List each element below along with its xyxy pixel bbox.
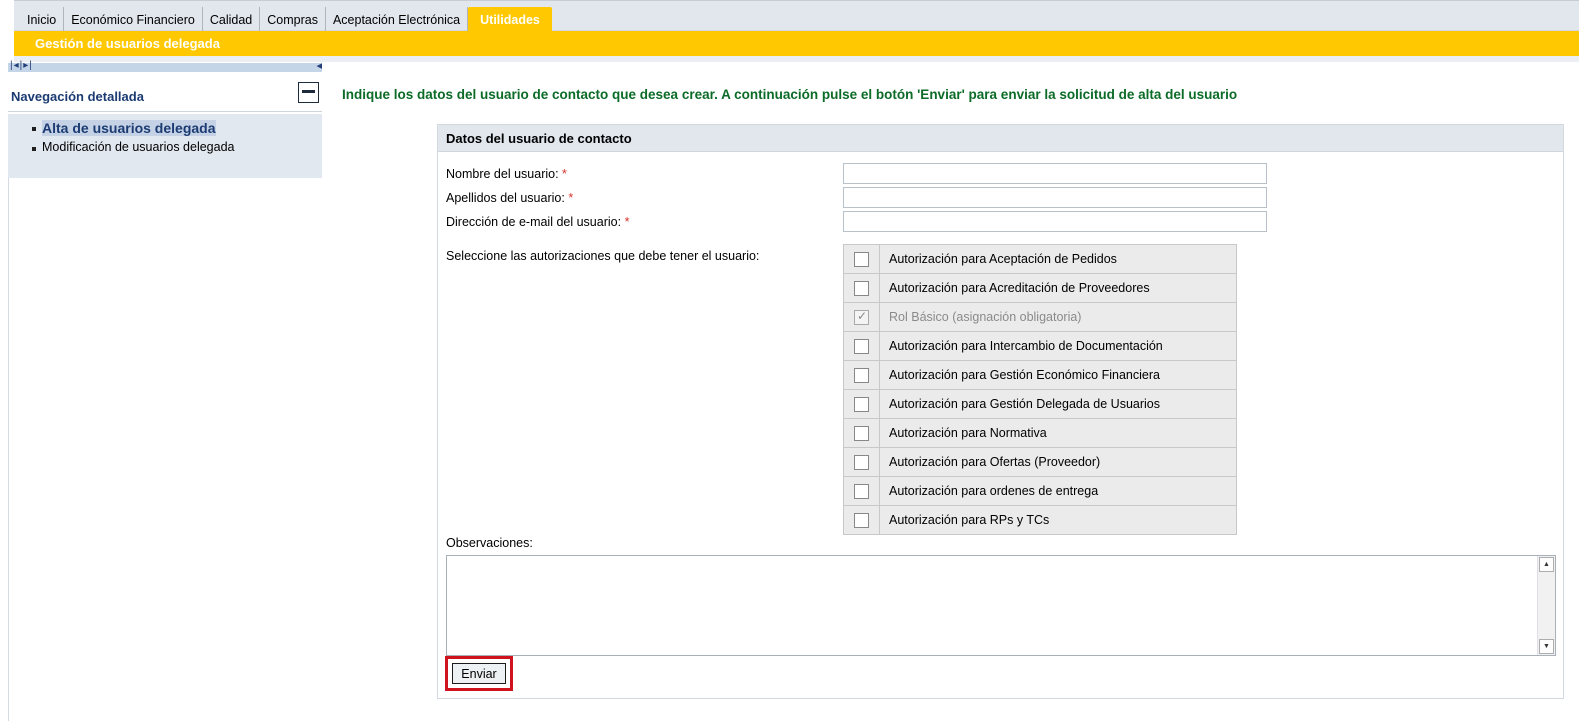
tab-aceptacion-electronica[interactable]: Aceptación Electrónica [326, 7, 469, 32]
authorization-checkbox[interactable] [854, 367, 869, 383]
top-navigation-bar: Inicio Económico Financiero Calidad Comp… [14, 0, 1579, 32]
authorization-row: Autorización para Intercambio de Documen… [843, 331, 1237, 361]
authorization-checkbox[interactable] [854, 483, 869, 499]
authorization-checkbox-cell [843, 505, 880, 535]
observaciones-textarea[interactable] [447, 556, 1537, 655]
nombre-label-text: Nombre del usuario: [446, 167, 559, 181]
email-label: Dirección de e-mail del usuario: * [446, 215, 629, 229]
scroll-up-icon[interactable]: ▲ [1539, 557, 1554, 572]
authorization-checkbox-cell [843, 418, 880, 448]
authorization-checkbox[interactable] [854, 454, 869, 470]
authorization-row: Autorización para Acreditación de Provee… [843, 273, 1237, 303]
tab-calidad[interactable]: Calidad [203, 7, 261, 32]
email-label-text: Dirección de e-mail del usuario: [446, 215, 622, 229]
authorization-row: Autorización para ordenes de entrega [843, 476, 1237, 506]
authorizations-table: Autorización para Aceptación de Pedidos A… [843, 244, 1237, 535]
authorization-checkbox-cell [843, 389, 880, 419]
nav-toolbar: |◂|▸| ◂ [8, 60, 322, 72]
nav-item-modificacion-usuarios[interactable]: Modificación de usuarios delegada [8, 140, 322, 160]
nombre-input[interactable] [843, 163, 1267, 184]
send-button-highlight: Enviar [445, 656, 513, 691]
apellidos-label: Apellidos del usuario: * [446, 191, 573, 205]
nombre-label: Nombre del usuario: * [446, 167, 567, 181]
collapse-left-icon[interactable]: ◂ [316, 59, 322, 72]
authorization-checkbox-cell [843, 360, 880, 390]
authorization-label: Autorización para Acreditación de Provee… [879, 273, 1237, 303]
nav-header: Navegación detallada [8, 80, 322, 112]
nav-list: Alta de usuarios delegada Modificación d… [8, 114, 322, 178]
authorization-label: Autorización para Gestión Delegada de Us… [879, 389, 1237, 419]
required-mark: * [562, 167, 567, 181]
observaciones-field: ▲ ▼ [446, 555, 1556, 656]
authorization-row: Autorización para Normativa [843, 418, 1237, 448]
authorization-checkbox[interactable] [854, 512, 869, 528]
authorization-checkbox-cell [843, 476, 880, 506]
apellidos-label-text: Apellidos del usuario: [446, 191, 565, 205]
nav-item-alta-usuarios[interactable]: Alta de usuarios delegada [8, 120, 322, 140]
authorization-row: Autorización para RPs y TCs [843, 505, 1237, 535]
authorization-row: Autorización para Gestión Económico Fina… [843, 360, 1237, 390]
authorization-label: Rol Básico (asignación obligatoria) [879, 302, 1237, 332]
authorization-label: Autorización para Intercambio de Documen… [879, 331, 1237, 361]
email-input[interactable] [843, 211, 1267, 232]
authorization-checkbox[interactable] [854, 338, 869, 354]
authorization-row: Autorización para Aceptación de Pedidos [843, 244, 1237, 274]
authorization-checkbox[interactable] [854, 251, 869, 267]
instruction-text: Indique los datos del usuario de contact… [342, 87, 1238, 102]
authorization-label: Autorización para Aceptación de Pedidos [879, 244, 1237, 274]
authorization-checkbox-cell [843, 447, 880, 477]
tab-inicio[interactable]: Inicio [20, 7, 65, 32]
sub-navigation-bar: Gestión de usuarios delegada [14, 31, 1579, 56]
nav-item-label: Modificación de usuarios delegada [42, 140, 235, 154]
authorization-row: Rol Básico (asignación obligatoria) [843, 302, 1237, 332]
left-border [8, 178, 9, 721]
authorization-label: Autorización para ordenes de entrega [879, 476, 1237, 506]
authorization-label: Autorización para Gestión Económico Fina… [879, 360, 1237, 390]
authorization-label: Autorización para Ofertas (Proveedor) [879, 447, 1237, 477]
authorization-checkbox [854, 309, 869, 325]
authorization-checkbox[interactable] [854, 280, 869, 296]
first-prev-icon[interactable]: |◂|▸| [10, 60, 33, 71]
main-tabs: Inicio Económico Financiero Calidad Comp… [20, 7, 552, 32]
authorization-checkbox-cell [843, 273, 880, 303]
textarea-scrollbar[interactable]: ▲ ▼ [1537, 556, 1555, 655]
send-button[interactable]: Enviar [452, 663, 506, 684]
authorizations-label: Seleccione las autorizaciones que debe t… [446, 249, 760, 263]
authorization-checkbox-cell [843, 331, 880, 361]
nav-item-label: Alta de usuarios delegada [42, 120, 216, 136]
tab-utilidades[interactable]: Utilidades [468, 7, 552, 32]
observaciones-label: Observaciones: [446, 536, 533, 550]
panel-title: Datos del usuario de contacto [446, 131, 632, 146]
header-divider [14, 56, 1579, 62]
required-mark: * [568, 191, 574, 205]
authorization-checkbox[interactable] [854, 425, 869, 441]
nav-title: Navegación detallada [11, 89, 144, 104]
authorization-label: Autorización para Normativa [879, 418, 1237, 448]
authorization-row: Autorización para Gestión Delegada de Us… [843, 389, 1237, 419]
user-form-panel: Datos del usuario de contacto Nombre del… [437, 124, 1564, 699]
tab-compras[interactable]: Compras [260, 7, 326, 32]
authorization-checkbox-cell [843, 244, 880, 274]
authorization-label: Autorización para RPs y TCs [879, 505, 1237, 535]
sub-navigation-item[interactable]: Gestión de usuarios delegada [35, 36, 220, 51]
required-mark: * [624, 215, 630, 229]
authorization-checkbox-cell [843, 302, 880, 332]
authorization-checkbox[interactable] [854, 396, 869, 412]
authorization-row: Autorización para Ofertas (Proveedor) [843, 447, 1237, 477]
panel-header: Datos del usuario de contacto [438, 125, 1563, 152]
minimize-icon[interactable] [298, 82, 319, 103]
scroll-down-icon[interactable]: ▼ [1539, 639, 1554, 654]
apellidos-input[interactable] [843, 187, 1267, 208]
tab-economico-financiero[interactable]: Económico Financiero [64, 7, 203, 32]
